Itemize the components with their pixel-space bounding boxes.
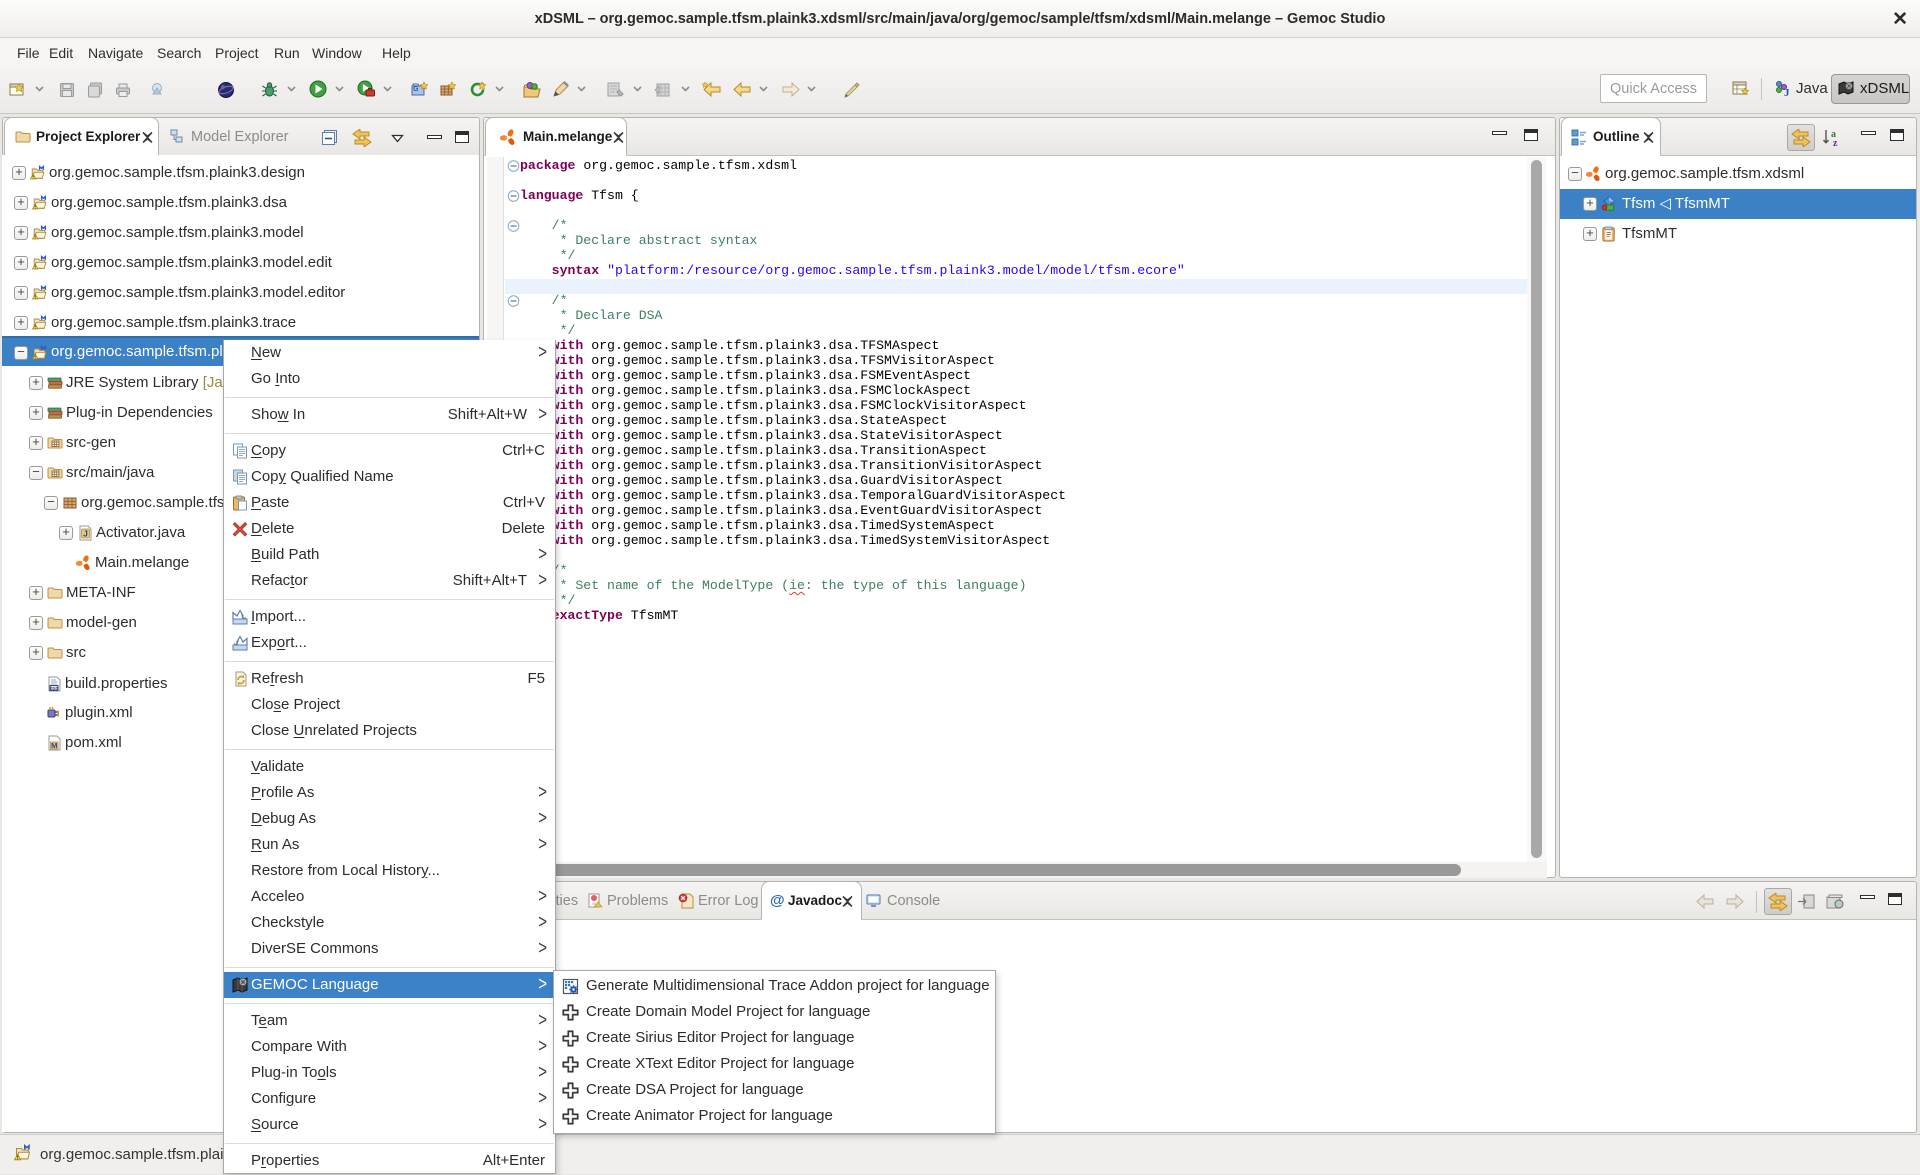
svg-text:z: z <box>1833 138 1838 148</box>
